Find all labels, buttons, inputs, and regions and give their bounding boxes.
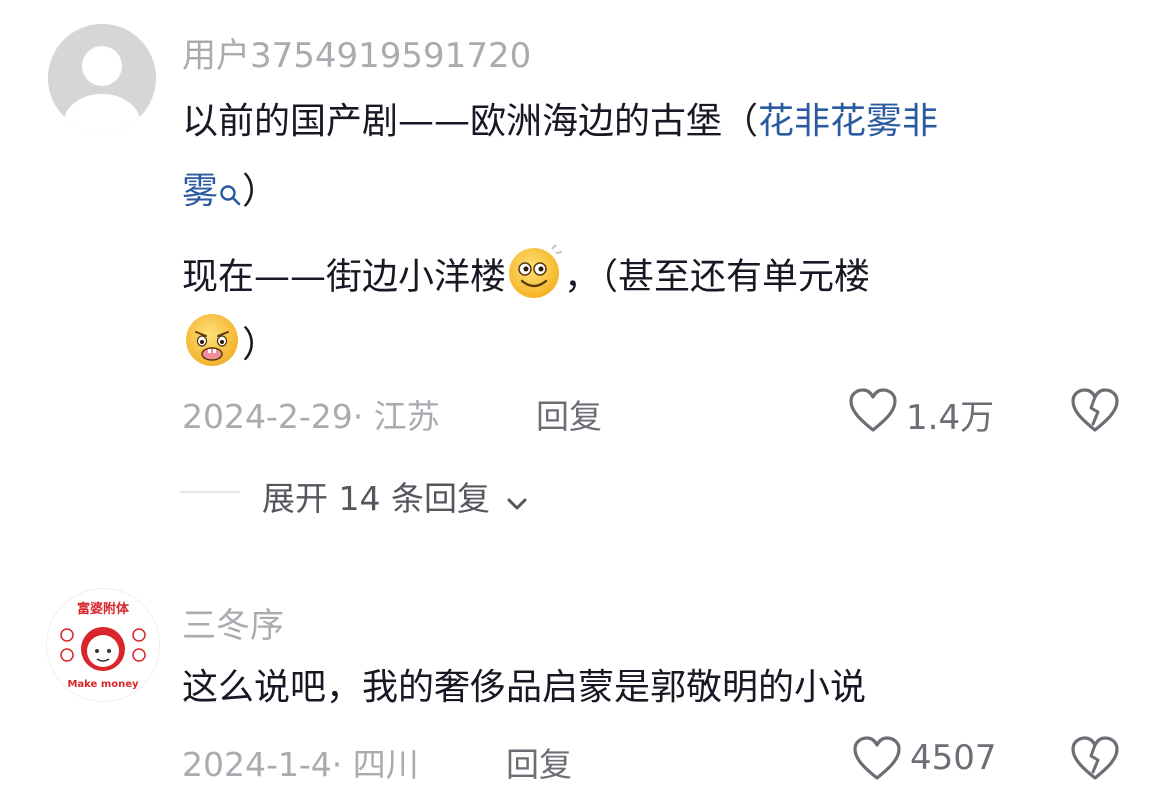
smiling-face-emoji — [506, 243, 564, 314]
comment-date-location: 2024-1-4· 四川 — [182, 745, 419, 784]
avatar-caption: Make money — [67, 679, 139, 690]
heart-outline-icon[interactable] — [852, 736, 902, 786]
comment-text: 以前的国产剧——欧洲海边的古堡（ — [182, 101, 759, 142]
reply-button[interactable]: 回复 — [536, 390, 602, 438]
comment-text: ） — [242, 171, 279, 212]
chevron-down-icon — [506, 481, 528, 520]
avatar-user[interactable]: 富婆附体 Make money — [46, 588, 160, 702]
comment-text: ，（甚至还有单元楼 — [564, 256, 871, 298]
comment-text: ） — [242, 324, 279, 366]
search-icon[interactable] — [218, 172, 242, 220]
heart-outline-icon[interactable] — [848, 388, 898, 438]
comment-text: 现在——街边小洋楼 — [182, 256, 507, 298]
avatar-title: 富婆附体 — [77, 601, 130, 617]
avatar-default[interactable] — [48, 24, 156, 132]
expand-replies-button[interactable]: 展开 14 条回复 — [262, 472, 528, 520]
expand-replies-label: 展开 14 条回复 — [262, 479, 490, 518]
grimacing-face-emoji — [182, 312, 242, 381]
comment-username[interactable]: 用户3754919591720 — [182, 28, 531, 77]
like-count: 1.4万 — [906, 398, 995, 438]
comment-text-line-1: 以前的国产剧——欧洲海边的古堡（花非花雾非 — [182, 98, 938, 146]
comment-text-line-4: ） — [182, 312, 278, 381]
default-user-icon — [48, 24, 156, 132]
broken-heart-icon[interactable] — [1070, 736, 1120, 786]
search-link[interactable]: 花非花雾非 — [758, 101, 938, 142]
comment-text-line-2: 雾 ） — [182, 168, 278, 220]
broken-heart-icon[interactable] — [1070, 388, 1120, 438]
like-count: 4507 — [910, 738, 997, 778]
comment-date-location: 2024-2-29· 江苏 — [182, 397, 440, 436]
search-link-continued[interactable]: 雾 — [182, 171, 218, 212]
comment-text-line-3: 现在——街边小洋楼 ，（甚至还有单元楼 — [182, 243, 870, 314]
expand-divider — [180, 491, 240, 493]
comment-username[interactable]: 三冬序 — [182, 598, 284, 647]
comment-text: 这么说吧，我的奢侈品启蒙是郭敬明的小说 — [182, 667, 867, 708]
reply-button[interactable]: 回复 — [506, 738, 572, 786]
